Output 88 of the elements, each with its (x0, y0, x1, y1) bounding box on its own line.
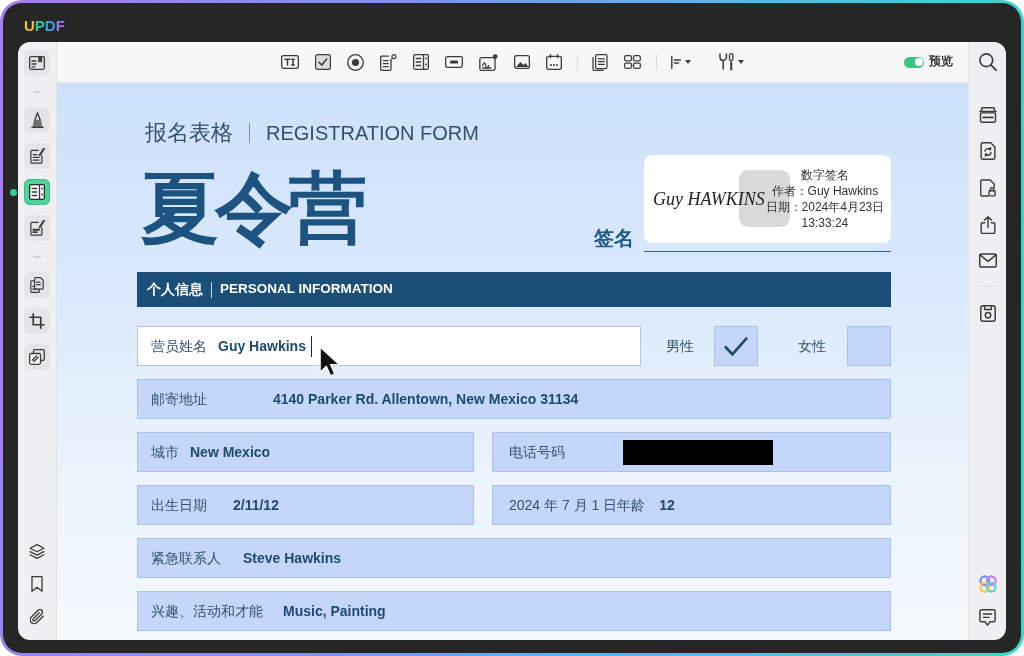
search-icon[interactable] (978, 53, 997, 71)
radio-button-icon[interactable] (347, 53, 364, 71)
wrench-screwdriver-icon (719, 53, 734, 71)
align-dropdown-button[interactable] (671, 55, 691, 69)
form-field[interactable]: 电话号码 (492, 432, 891, 472)
form-title: 报名表格 (145, 119, 233, 147)
option-label: 男性 (666, 336, 694, 356)
signature-label: 签名 (594, 226, 634, 250)
document-bookmark-icon (29, 56, 45, 70)
document-lock-icon[interactable] (979, 179, 996, 197)
field-label: 兴趣、活动和才能 (151, 601, 263, 621)
scanner-icon[interactable] (978, 107, 997, 123)
field-value: Guy Hawkins (218, 336, 306, 356)
field-value: 2/11/12 (233, 495, 279, 515)
form-field[interactable]: 营员姓名 Guy Hawkins (137, 326, 641, 366)
pages-icon[interactable] (592, 53, 608, 71)
form-field[interactable]: 2024 年 7 月 1 日年龄 12 (492, 485, 891, 525)
push-button-icon[interactable] (445, 56, 463, 68)
checkbox[interactable] (847, 326, 891, 366)
active-indicator-dot (10, 188, 17, 196)
document-pen-icon (29, 148, 45, 164)
mouse-pointer-icon (319, 346, 341, 377)
field-value: Music, Painting (283, 601, 386, 621)
overlapping-squares-icon (29, 349, 45, 365)
text-caret (310, 335, 313, 357)
organize-tool-button[interactable] (24, 272, 50, 298)
form-list-icon (29, 184, 45, 200)
form-field[interactable]: 出生日期 2/11/12 (137, 485, 474, 525)
fill-sign-tool-button[interactable] (24, 215, 50, 241)
crop-icon (29, 313, 45, 329)
dropdown-list-icon[interactable] (380, 53, 397, 71)
caret-icon (685, 60, 691, 64)
text-field-icon[interactable] (281, 55, 299, 69)
calendar-icon[interactable] (546, 54, 562, 70)
reader-tool-button[interactable] (24, 50, 50, 76)
form-field[interactable]: 城市 New Mexico (137, 432, 474, 472)
field-label: 出生日期 (151, 495, 207, 515)
preview-toggle[interactable] (904, 56, 924, 68)
field-value: Steve Hawkins (243, 548, 342, 568)
form-tool-button[interactable] (24, 179, 50, 205)
signature-field-icon[interactable] (479, 53, 498, 71)
field-label: 城市 (151, 442, 179, 462)
envelope-icon[interactable] (978, 253, 997, 268)
field-label: 2024 年 7 月 1 日年龄 (509, 495, 646, 515)
field-label: 邮寄地址 (151, 389, 207, 409)
section-title-en: PERSONAL INFORMATION (220, 280, 393, 299)
crop-tool-button[interactable] (24, 308, 50, 334)
form-field[interactable]: 紧急联系人 Steve Hawkins (137, 538, 891, 578)
align-left-icon (671, 55, 681, 69)
field-label: 营员姓名 (151, 336, 207, 356)
section-title: 个人信息 (147, 280, 203, 299)
edit-tool-button[interactable] (24, 143, 50, 169)
field-value: New Mexico (190, 442, 271, 462)
checkmark-icon (724, 336, 748, 356)
option-label: 女性 (798, 336, 826, 356)
field-value: 12 (659, 495, 675, 515)
tools-dropdown-button[interactable] (719, 53, 744, 71)
field-label: 紧急联系人 (151, 548, 221, 568)
caret-icon (738, 60, 744, 64)
bookmark-icon[interactable] (31, 576, 43, 592)
paperclip-icon[interactable] (29, 609, 45, 625)
handwritten-signature: Guy HAWKINS (653, 187, 765, 211)
document-sync-icon[interactable] (979, 142, 996, 160)
pages-stack-icon (30, 277, 44, 293)
comment-tool-button[interactable] (24, 107, 50, 133)
form-field[interactable]: 邮寄地址 4140 Parker Rd. Allentown, New Mexico 31134 (137, 379, 891, 419)
camp-heading: 夏令营 (141, 164, 363, 252)
signature-detail: 13:33:24 (801, 215, 849, 231)
signature-detail: 数字签名 (800, 167, 849, 183)
document-sign-icon (29, 220, 45, 236)
signature-detail: 作者：Guy Hawkins (771, 183, 879, 199)
checkbox[interactable] (714, 326, 758, 366)
clover-icon[interactable] (978, 575, 997, 593)
marker-icon (30, 112, 44, 128)
field-value: 4140 Parker Rd. Allentown, New Mexico 31134 (273, 389, 579, 409)
field-label: 电话号码 (509, 442, 565, 462)
chat-bubble-icon[interactable] (979, 609, 996, 626)
list-box-icon[interactable] (413, 54, 429, 70)
toggle-label: 预览 (929, 54, 953, 70)
form-field[interactable]: 兴趣、活动和才能 Music, Painting (137, 591, 891, 631)
image-icon[interactable] (514, 55, 530, 69)
checkbox-icon[interactable] (315, 54, 331, 70)
grid-icon[interactable] (624, 55, 641, 69)
form-title-en: REGISTRATION FORM (266, 121, 479, 146)
layers-icon[interactable] (29, 544, 45, 559)
share-icon[interactable] (979, 216, 996, 234)
tools-button[interactable] (24, 344, 50, 370)
signature-detail: 日期：2024年4月23日 (765, 199, 885, 215)
